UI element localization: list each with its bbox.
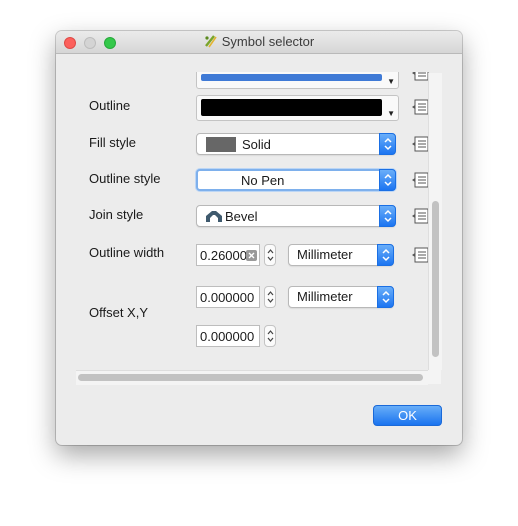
outline-style-label: Outline style bbox=[89, 171, 161, 186]
offset-y-spinbox[interactable]: 0.000000 bbox=[196, 325, 260, 347]
offset-x-stepper[interactable] bbox=[264, 286, 276, 308]
fill-style-label: Fill style bbox=[89, 135, 136, 150]
dropdown-arrow-icon: ▼ bbox=[387, 77, 395, 86]
symbol-pen-icon bbox=[204, 35, 217, 48]
window-title: Symbol selector bbox=[56, 34, 462, 49]
chevron-updown-icon bbox=[379, 169, 396, 191]
window-title-text: Symbol selector bbox=[221, 34, 315, 49]
outline-width-label: Outline width bbox=[89, 245, 165, 260]
scroll-corner bbox=[428, 370, 441, 384]
outline-color-swatch bbox=[201, 99, 382, 116]
fill-style-swatch bbox=[206, 137, 236, 152]
fill-color-swatch bbox=[201, 74, 382, 81]
chevron-updown-icon bbox=[379, 205, 396, 227]
chevron-updown-icon bbox=[379, 133, 396, 155]
symbol-selector-window: Symbol selector ▼ Outline ▼ Fill style S… bbox=[56, 31, 462, 445]
title-bar: Symbol selector bbox=[56, 31, 462, 54]
offset-y-value: 0.000000 bbox=[200, 329, 255, 344]
join-style-combo[interactable]: Bevel bbox=[196, 205, 396, 227]
fill-color-button[interactable]: ▼ bbox=[196, 72, 399, 89]
fill-style-value: Solid bbox=[242, 137, 271, 152]
offset-unit-value: Millimeter bbox=[297, 289, 353, 304]
vertical-scrollbar[interactable] bbox=[428, 73, 442, 370]
dropdown-arrow-icon: ▼ bbox=[387, 109, 395, 118]
chevron-updown-icon bbox=[377, 286, 394, 308]
ok-button[interactable]: OK bbox=[373, 405, 442, 426]
outline-width-unit-combo[interactable]: Millimeter bbox=[288, 244, 394, 266]
horizontal-scroll-thumb[interactable] bbox=[78, 374, 423, 381]
offset-x-spinbox[interactable]: 0.000000 bbox=[196, 286, 260, 308]
outline-color-button[interactable]: ▼ bbox=[196, 95, 399, 121]
offset-label: Offset X,Y bbox=[89, 305, 149, 320]
outline-width-stepper[interactable] bbox=[264, 244, 276, 266]
outline-width-value: 0.26000 bbox=[200, 248, 247, 263]
outline-width-unit-value: Millimeter bbox=[297, 247, 353, 262]
outline-style-value: No Pen bbox=[241, 173, 285, 188]
outline-style-combo[interactable]: No Pen bbox=[196, 169, 396, 191]
offset-x-value: 0.000000 bbox=[200, 290, 255, 305]
join-style-label: Join style bbox=[89, 207, 144, 222]
offset-y-stepper[interactable] bbox=[264, 325, 276, 347]
vertical-scroll-thumb[interactable] bbox=[432, 201, 439, 357]
symbol-properties-pane: ▼ Outline ▼ Fill style Solid Outline sty… bbox=[76, 72, 441, 382]
offset-unit-combo[interactable]: Millimeter bbox=[288, 286, 394, 308]
fill-style-combo[interactable]: Solid bbox=[196, 133, 396, 155]
clear-icon[interactable] bbox=[246, 250, 257, 261]
bevel-join-icon bbox=[206, 211, 222, 222]
chevron-updown-icon bbox=[377, 244, 394, 266]
horizontal-scrollbar[interactable] bbox=[76, 370, 428, 385]
join-style-value: Bevel bbox=[225, 209, 258, 224]
outline-label: Outline bbox=[89, 98, 131, 113]
